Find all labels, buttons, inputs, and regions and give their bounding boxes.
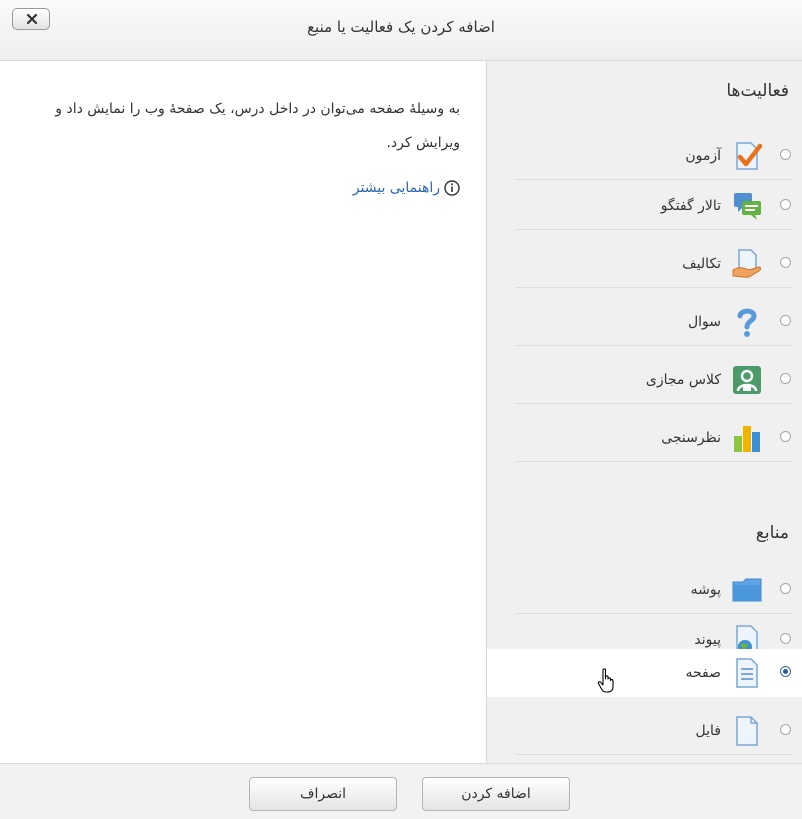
option-label: فایل [695,723,721,739]
radio-forum[interactable] [780,199,791,210]
option-forum[interactable]: تالار گفتگو [515,182,802,230]
option-label: تالار گفتگو [660,198,721,214]
section-title-activities: فعالیت‌ها [726,81,789,101]
radio-url[interactable] [780,633,791,644]
option-label: نظرسنجی [661,430,721,446]
option-label: تکالیف [682,256,721,272]
radio-file[interactable] [780,724,791,735]
option-label: آزمون [685,148,721,164]
cancel-button[interactable]: انصراف [249,777,397,811]
survey-icon [734,426,760,452]
radio-assignment[interactable] [780,257,791,268]
options-panel[interactable]: فعالیت‌ها آزمون تالار گفتگو [486,61,802,763]
option-survey[interactable]: نظرسنجی [515,414,802,462]
add-activity-dialog: اضافه کردن یک فعالیت یا منبع فعالیت‌ها آ… [0,0,802,819]
radio-question[interactable] [780,315,791,326]
help-link-label: راهنمایی بیشتر [352,180,440,196]
close-button[interactable] [12,8,50,30]
radio-survey[interactable] [780,431,791,442]
dialog-header: اضافه کردن یک فعالیت یا منبع [0,0,802,61]
option-question[interactable]: سوال [515,298,802,346]
dialog-title: اضافه کردن یک فعالیت یا منبع [307,18,495,36]
add-button[interactable]: اضافه کردن [422,777,570,811]
page-icon [736,658,758,688]
folder-icon [732,578,762,602]
close-icon [26,13,38,25]
question-icon [737,308,757,337]
option-quiz[interactable]: آزمون [515,132,802,180]
option-label: پیوند [694,632,721,648]
quiz-icon [736,142,763,170]
option-label: کلاس مجازی [645,372,721,388]
option-virtual-class[interactable]: کلاس مجازی [515,356,802,404]
description-text: به وسیلهٔ صفحه می‌توان در داخل درس، یک ص… [55,101,460,151]
option-assignment[interactable]: تکالیف [515,240,802,288]
hand-cursor-icon [597,668,614,693]
radio-page[interactable] [780,666,791,677]
help-link[interactable]: راهنمایی بیشتر [300,180,460,196]
assignment-icon [732,249,761,278]
file-icon [736,716,758,746]
radio-virtual-class[interactable] [780,373,791,384]
radio-quiz[interactable] [780,149,791,160]
radio-folder[interactable] [780,583,791,594]
forum-icon [734,193,761,220]
virtual-class-icon [733,366,761,394]
section-title-resources: منابع [755,523,789,543]
option-label: پوشه [690,582,721,598]
option-page[interactable]: صفحه [487,649,802,697]
option-label: سوال [687,314,721,330]
info-icon [444,180,460,196]
option-folder[interactable]: پوشه [515,566,802,614]
option-file[interactable]: فایل [515,707,802,755]
option-label: صفحه [685,665,721,681]
dialog-footer: انصراف اضافه کردن [0,763,802,819]
